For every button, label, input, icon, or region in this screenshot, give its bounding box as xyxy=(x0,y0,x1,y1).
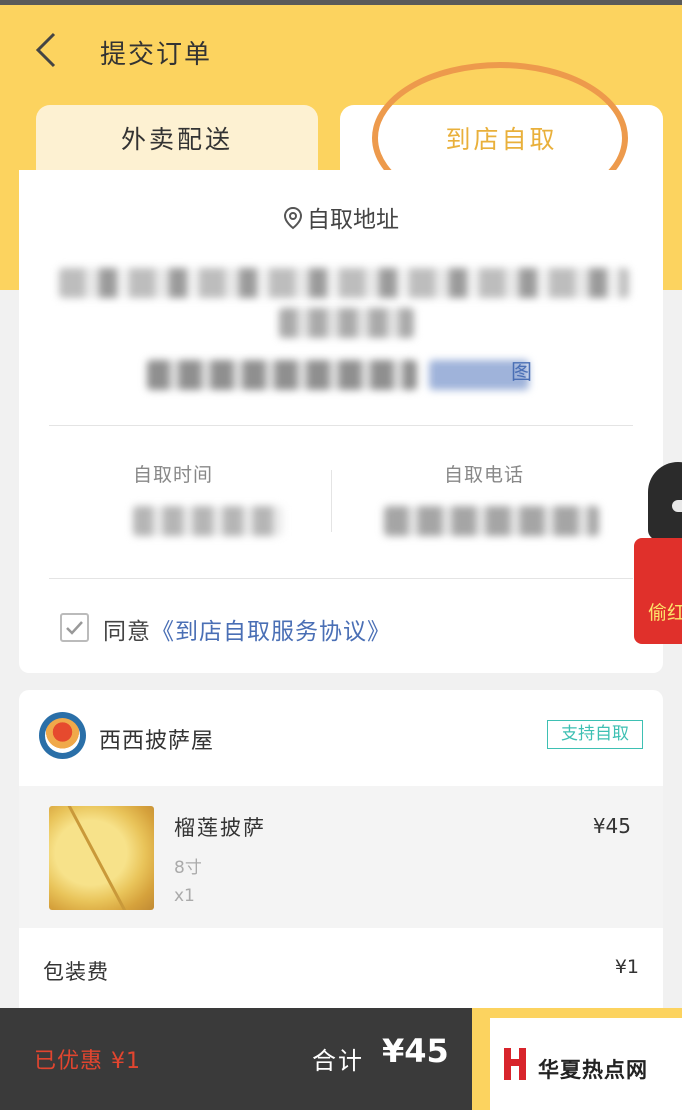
watermark-logo-icon xyxy=(500,1044,530,1084)
pickup-phone-label: 自取电话 xyxy=(444,464,525,486)
divider xyxy=(49,578,633,579)
shop-name[interactable]: 西西披萨屋 xyxy=(99,723,214,755)
item-price: ¥45 xyxy=(592,814,631,838)
thief-avatar-icon xyxy=(648,462,682,540)
store-detail-blurred xyxy=(147,360,417,390)
vertical-divider xyxy=(331,470,332,532)
packaging-fee-label: 包装费 xyxy=(43,960,109,984)
pickup-time-label: 自取时间 xyxy=(133,464,214,486)
address-line-blurred xyxy=(59,268,629,298)
pickup-address-label: 自取地址 xyxy=(307,207,399,233)
order-item: 榴莲披萨 ¥45 8寸 x1 xyxy=(19,786,663,928)
checkout-bar: 已优惠 ¥1 合计 ¥45 xyxy=(0,1008,472,1110)
item-name: 榴莲披萨 xyxy=(174,816,266,840)
total-label: 合计 xyxy=(312,1047,364,1075)
location-pin-icon xyxy=(283,206,303,230)
page-title: 提交订单 xyxy=(100,40,213,70)
pickup-phone-value-blurred[interactable] xyxy=(384,506,599,536)
discount-text: 已优惠 ¥1 xyxy=(34,1049,141,1074)
pickup-card: 自取地址 图 自取时间 自取电话 同意《到店自取服务协议》 xyxy=(19,170,663,673)
pickup-support-badge: 支持自取 xyxy=(547,720,643,749)
agreement-checkbox[interactable] xyxy=(60,613,89,642)
item-image xyxy=(49,806,154,910)
order-card: 西西披萨屋 支持自取 榴莲披萨 ¥45 8寸 x1 包装费 ¥1 xyxy=(19,690,663,1020)
red-envelope-icon: 偷红 xyxy=(634,538,682,644)
divider xyxy=(49,425,633,426)
agreement-prefix: 同意 xyxy=(103,619,151,645)
item-quantity: x1 xyxy=(174,886,195,906)
checkmark-icon xyxy=(66,621,83,635)
packaging-fee-value: ¥1 xyxy=(614,956,639,978)
total-amount: ¥45 xyxy=(382,1032,449,1070)
shop-logo xyxy=(39,712,86,759)
view-map-link[interactable]: 图 xyxy=(511,356,532,386)
back-button[interactable] xyxy=(28,28,68,72)
agreement-link[interactable]: 《到店自取服务协议》 xyxy=(151,619,391,645)
agreement-text: 同意《到店自取服务协议》 xyxy=(103,612,391,646)
pickup-time-value-blurred[interactable] xyxy=(133,506,283,536)
watermark: 华夏热点网 xyxy=(490,1018,682,1110)
item-spec: 8寸 xyxy=(174,858,202,878)
floating-redpacket[interactable]: 偷红 xyxy=(634,462,682,646)
redpacket-label: 偷红 xyxy=(648,602,682,624)
address-line-blurred xyxy=(279,308,414,338)
chevron-left-icon xyxy=(35,32,56,68)
pickup-address-heading: 自取地址 xyxy=(19,200,663,234)
watermark-text: 华夏热点网 xyxy=(538,1058,648,1082)
